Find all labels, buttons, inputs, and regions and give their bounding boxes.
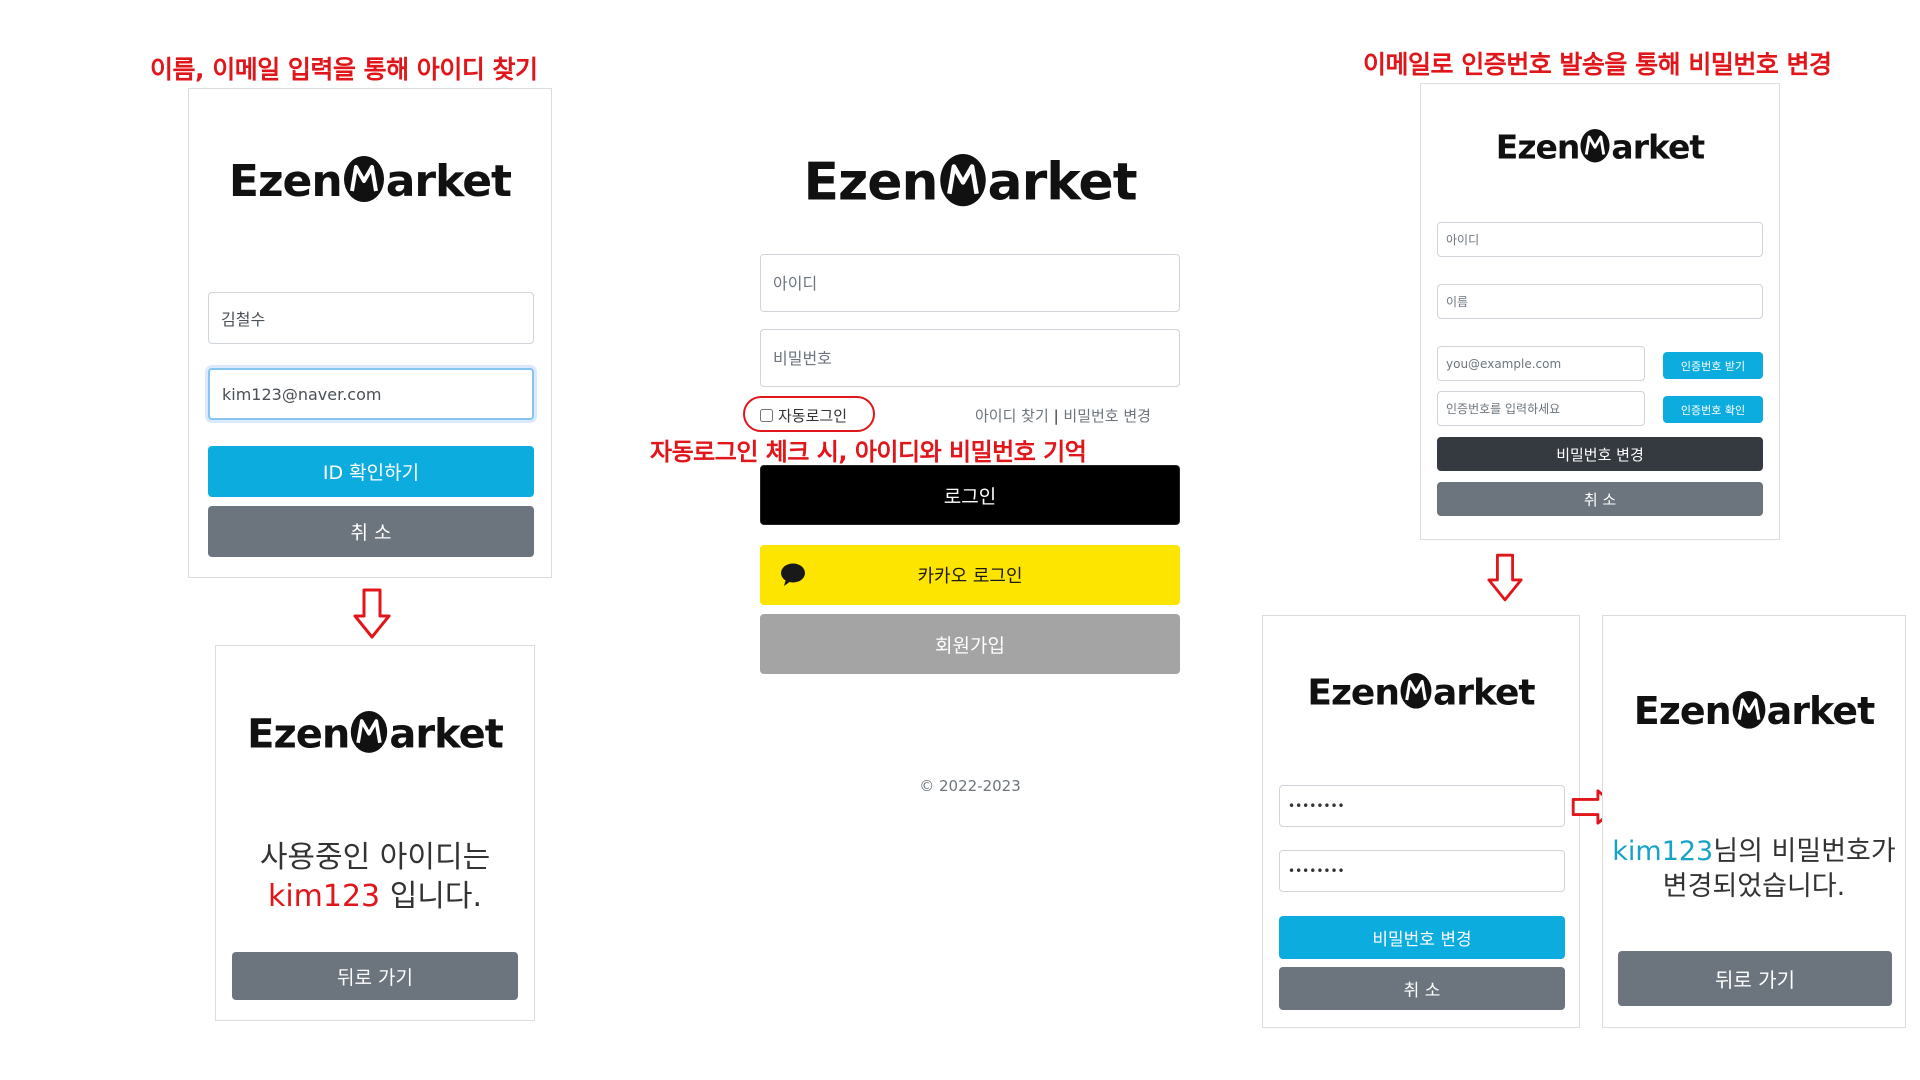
change-password-button[interactable]: 비밀번호 변경 — [1279, 916, 1565, 959]
m-logo-icon — [1400, 673, 1432, 709]
name-field[interactable] — [208, 292, 534, 344]
account-links: 아이디 찾기 | 비밀번호 변경 — [975, 405, 1151, 426]
result-line-2: 변경되었습니다. — [1662, 871, 1846, 903]
login-button[interactable]: 로그인 — [760, 465, 1180, 525]
annotation-find-id: 이름, 이메일 입력을 통해 아이디 찾기 — [150, 55, 538, 84]
cancel-button[interactable]: 취 소 — [1437, 482, 1763, 516]
brand-logo: Ezen arket — [740, 150, 1200, 213]
brand-logo: Ezen arket — [1263, 670, 1579, 713]
reset-name-input[interactable] — [1437, 284, 1763, 319]
result-message: 사용중인 아이디는 kim123 입니다. — [216, 838, 534, 916]
change-password-link[interactable]: 비밀번호 변경 — [1063, 407, 1151, 425]
find-id-link[interactable]: 아이디 찾기 — [975, 407, 1049, 425]
reset-password-panel: Ezenarket 인증번호 받기 인증번호 확인 비밀번호 변경 취 소 — [1420, 83, 1780, 540]
brand-logo: Ezen arket — [1633, 688, 1875, 733]
back-button[interactable]: 뒤로 가기 — [1618, 951, 1892, 1006]
new-password-input[interactable] — [1279, 785, 1565, 827]
cancel-button[interactable]: 취 소 — [1279, 967, 1565, 1010]
kakao-login-button[interactable]: 카카오 로그인 — [760, 545, 1180, 605]
link-separator: | — [1053, 407, 1059, 425]
password-result-panel: Ezen arket kim123님의 비밀번호가 변경되었습니다. 뒤로 가기 — [1602, 615, 1906, 1028]
reset-email-input[interactable] — [1437, 346, 1645, 381]
password-changed-message: kim123님의 비밀번호가 변경되었습니다. — [1603, 834, 1905, 904]
m-logo-icon — [1580, 129, 1610, 163]
confirm-password-input[interactable] — [1279, 850, 1565, 892]
find-id-panel: Ezenarket ID 확인하기 취 소 — [188, 88, 552, 578]
cancel-button[interactable]: 취 소 — [208, 506, 534, 557]
find-id-result-panel: Ezen arket 사용중인 아이디는 kim123 입니다. 뒤로 가기 — [215, 645, 535, 1021]
annotation-auto-login: 자동로그인 체크 시, 아이디와 비밀번호 기억 — [650, 438, 1087, 466]
email-field[interactable] — [208, 368, 534, 420]
arrow-down-icon — [353, 588, 391, 639]
footer-copyright: © 2022-2023 — [919, 777, 1021, 795]
auto-login-checkbox[interactable] — [760, 409, 773, 422]
login-id-input[interactable] — [760, 254, 1180, 312]
new-password-panel: Ezenarket 비밀번호 변경 취 소 — [1262, 615, 1580, 1028]
reset-id-input[interactable] — [1437, 222, 1763, 257]
result-line-2: kim123 입니다. — [267, 879, 483, 914]
auto-login-label: 자동로그인 — [778, 407, 848, 425]
m-logo-icon — [939, 154, 986, 207]
annotation-reset-password: 이메일로 인증번호 발송을 통해 비밀번호 변경 — [1363, 50, 1832, 79]
user-id: kim123 — [1612, 836, 1714, 867]
chat-bubble-icon — [781, 563, 805, 586]
m-logo-icon — [1732, 691, 1766, 729]
login-password-input[interactable] — [760, 329, 1180, 387]
signup-button[interactable]: 회원가입 — [760, 614, 1180, 674]
result-line-1: 사용중인 아이디는 — [259, 840, 491, 875]
kakao-login-label: 카카오 로그인 — [917, 566, 1023, 587]
verification-code-input[interactable] — [1437, 391, 1645, 426]
back-button[interactable]: 뒤로 가기 — [232, 952, 518, 1000]
verify-code-button[interactable]: 인증번호 확인 — [1663, 396, 1763, 423]
get-code-button[interactable]: 인증번호 받기 — [1663, 352, 1763, 379]
result-line-1: kim123님의 비밀번호가 — [1612, 836, 1896, 867]
auto-login-checkbox-row[interactable]: 자동로그인 — [760, 405, 847, 426]
change-password-button[interactable]: 비밀번호 변경 — [1437, 437, 1763, 471]
arrow-down-icon — [1487, 553, 1523, 602]
brand-logo: Ezen arket — [1495, 127, 1705, 167]
m-logo-icon — [351, 711, 388, 753]
m-logo-icon — [343, 156, 384, 202]
confirm-id-button[interactable]: ID 확인하기 — [208, 446, 534, 497]
brand-logo: Ezen arket — [216, 708, 534, 758]
brand-logo: Ezen arket — [189, 153, 551, 207]
found-user-id: kim123 — [267, 879, 381, 914]
